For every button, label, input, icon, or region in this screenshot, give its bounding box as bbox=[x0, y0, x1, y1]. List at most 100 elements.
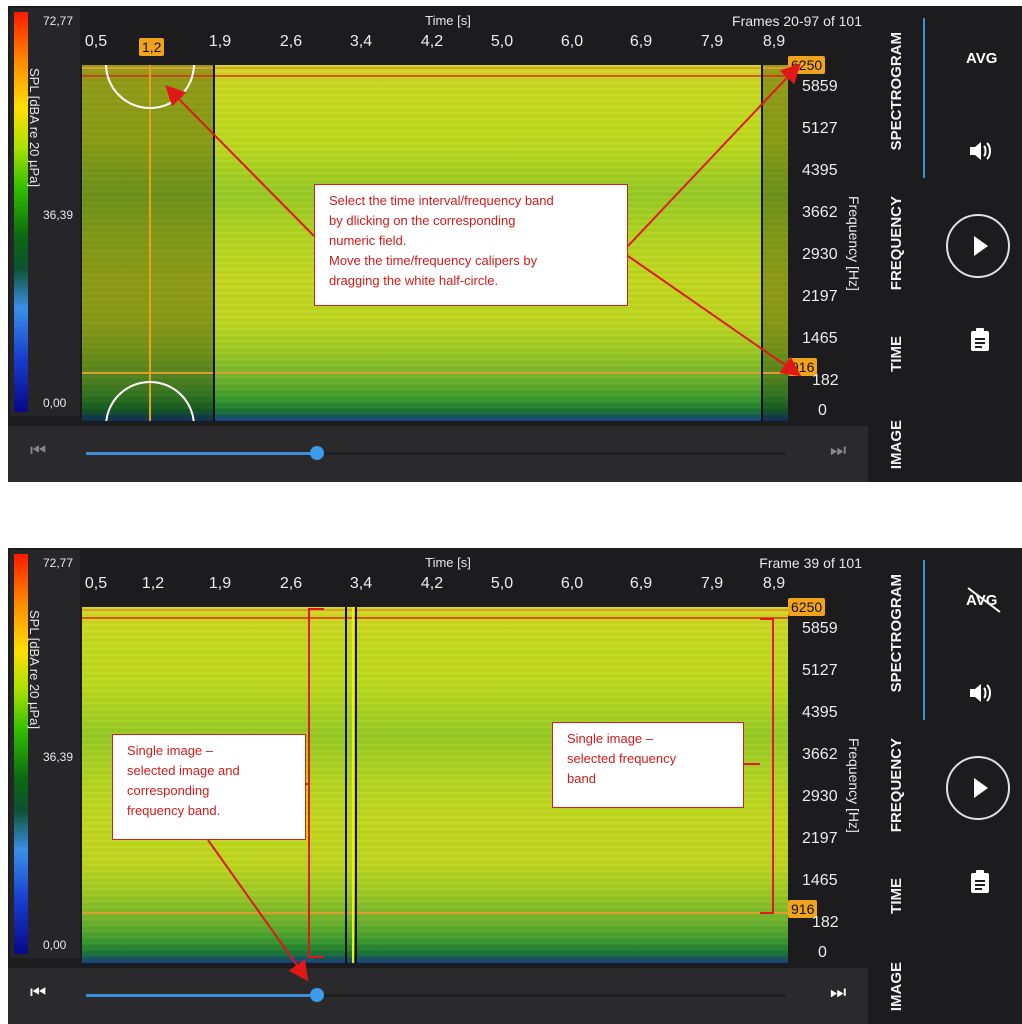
freq-tick[interactable]: 2197 bbox=[802, 830, 838, 848]
color-legend: 72,77 36,39 0,00 SPL [dBA re 20 µPa] bbox=[10, 8, 80, 416]
legend-mid: 36,39 bbox=[43, 208, 74, 222]
freq-tick[interactable]: 3662 bbox=[802, 746, 838, 764]
frame-marker-dark bbox=[345, 607, 347, 963]
annotation-line: Move the time/frequency calipers by bbox=[329, 253, 538, 268]
time-axis-title: Time [s] bbox=[425, 555, 471, 570]
time-slider[interactable] bbox=[86, 446, 786, 460]
freq-tick[interactable]: 3662 bbox=[802, 204, 838, 222]
annotation-line: dragging the white half-circle. bbox=[329, 273, 499, 288]
time-tick[interactable]: 5,0 bbox=[491, 575, 513, 593]
skip-end-icon[interactable]: ⏭ bbox=[830, 982, 846, 1003]
time-tick[interactable]: 8,9 bbox=[763, 575, 785, 593]
tab-time[interactable]: TIME bbox=[888, 336, 905, 372]
skip-start-icon[interactable]: ⏮ bbox=[30, 440, 46, 461]
color-scale-bar bbox=[14, 12, 28, 412]
speaker-icon[interactable] bbox=[968, 140, 994, 162]
freq-tick[interactable]: 2197 bbox=[802, 288, 838, 306]
skip-start-icon[interactable]: ⏮ bbox=[30, 982, 46, 1003]
play-button[interactable] bbox=[946, 756, 1010, 820]
freq-tick[interactable]: 5859 bbox=[802, 620, 838, 638]
annotation-line: selected image and bbox=[127, 763, 240, 778]
freq-tick[interactable]: 5127 bbox=[802, 662, 838, 680]
freq-tick[interactable]: 1465 bbox=[802, 330, 838, 348]
annotation-line: selected frequency bbox=[567, 751, 677, 766]
frame-marker[interactable] bbox=[352, 607, 354, 963]
time-tick[interactable]: 1,2 bbox=[142, 575, 164, 593]
slider-thumb[interactable] bbox=[310, 988, 324, 1002]
time-tick[interactable]: 8,9 bbox=[763, 33, 785, 51]
time-interval-start bbox=[213, 65, 215, 421]
annotation-line: Single image – bbox=[127, 743, 213, 758]
freq-tick[interactable]: 2930 bbox=[802, 246, 838, 264]
tab-image[interactable]: IMAGE bbox=[888, 962, 905, 1011]
time-tick[interactable]: 1,9 bbox=[209, 33, 231, 51]
slider-fill bbox=[86, 452, 317, 455]
annotation-line: numeric field. bbox=[329, 233, 407, 248]
slider-fill bbox=[86, 994, 317, 997]
time-tick[interactable]: 4,2 bbox=[421, 33, 443, 51]
active-tab-indicator bbox=[923, 18, 925, 178]
time-tick[interactable]: 5,0 bbox=[491, 33, 513, 51]
time-caliper-line[interactable] bbox=[149, 65, 151, 421]
freq-caliper-bottom[interactable] bbox=[82, 912, 788, 914]
freq-tick[interactable]: 5127 bbox=[802, 120, 838, 138]
unselected-region bbox=[82, 65, 214, 421]
skip-end-icon[interactable]: ⏭ bbox=[830, 440, 846, 461]
legend-label: SPL [dBA re 20 µPa] bbox=[27, 68, 42, 188]
time-tick[interactable]: 4,2 bbox=[421, 575, 443, 593]
speaker-icon[interactable] bbox=[968, 682, 994, 704]
clipboard-icon[interactable] bbox=[970, 870, 990, 894]
freq-tick[interactable]: 0 bbox=[818, 402, 827, 420]
freq-tick[interactable]: 5859 bbox=[802, 78, 838, 96]
freq-tick[interactable]: 182 bbox=[812, 372, 839, 390]
time-tick[interactable]: 7,9 bbox=[701, 33, 723, 51]
freq-axis-title: Frequency [Hz] bbox=[846, 738, 862, 833]
tab-time[interactable]: TIME bbox=[888, 878, 905, 914]
tab-image[interactable]: IMAGE bbox=[888, 420, 905, 469]
tab-spectrogram[interactable]: SPECTROGRAM bbox=[888, 574, 905, 692]
freq-tick[interactable]: 4395 bbox=[802, 162, 838, 180]
avg-toggle-button[interactable]: AVG bbox=[966, 50, 997, 67]
spectrogram-panel-2: 72,77 36,39 0,00 SPL [dBA re 20 µPa] Tim… bbox=[8, 548, 1022, 1024]
time-tick[interactable]: 6,9 bbox=[630, 33, 652, 51]
time-interval-end bbox=[761, 65, 763, 421]
time-tick[interactable]: 0,5 bbox=[85, 33, 107, 51]
frames-label: Frame 39 of 101 bbox=[759, 555, 862, 571]
time-tick[interactable]: 2,6 bbox=[280, 33, 302, 51]
time-tick[interactable]: 7,9 bbox=[701, 575, 723, 593]
legend-min: 0,00 bbox=[43, 938, 67, 952]
time-tick[interactable]: 0,5 bbox=[85, 575, 107, 593]
freq-caliper-top[interactable] bbox=[82, 609, 788, 611]
freq-tick[interactable]: 4395 bbox=[802, 704, 838, 722]
time-selected-badge[interactable]: 1,2 bbox=[139, 38, 165, 56]
annotation-line: frequency band. bbox=[127, 803, 221, 818]
spectrogram-panel-1: 72,77 36,39 0,00 SPL [dBA re 20 µPa] Tim… bbox=[8, 6, 1022, 482]
freq-top-badge[interactable]: 6250 bbox=[788, 598, 826, 616]
time-tick[interactable]: 6,9 bbox=[630, 575, 652, 593]
annotation-callout-right: Single image – selected frequency band bbox=[552, 722, 744, 808]
time-tick[interactable]: 1,9 bbox=[209, 575, 231, 593]
time-tick[interactable]: 2,6 bbox=[280, 575, 302, 593]
time-tick[interactable]: 6,0 bbox=[561, 575, 583, 593]
annotation-line: Select the time interval/frequency band bbox=[329, 193, 554, 208]
view-tabs: SPECTROGRAM FREQUENCY TIME IMAGE bbox=[876, 6, 936, 482]
tab-frequency[interactable]: FREQUENCY bbox=[888, 738, 905, 832]
annotation-line: Single image – bbox=[567, 731, 653, 746]
freq-tick[interactable]: 1465 bbox=[802, 872, 838, 890]
freq-tick[interactable]: 2930 bbox=[802, 788, 838, 806]
freq-tick[interactable]: 0 bbox=[818, 944, 827, 962]
tab-frequency[interactable]: FREQUENCY bbox=[888, 196, 905, 290]
tab-spectrogram[interactable]: SPECTROGRAM bbox=[888, 32, 905, 150]
freq-caliper-bottom[interactable] bbox=[82, 372, 788, 374]
play-button[interactable] bbox=[946, 214, 1010, 278]
time-tick[interactable]: 3,4 bbox=[350, 33, 372, 51]
freq-tick[interactable]: 182 bbox=[812, 914, 839, 932]
freq-axis-title: Frequency [Hz] bbox=[846, 196, 862, 291]
time-slider[interactable] bbox=[86, 988, 786, 1002]
time-tick[interactable]: 6,0 bbox=[561, 33, 583, 51]
clipboard-icon[interactable] bbox=[970, 328, 990, 352]
slider-thumb[interactable] bbox=[310, 446, 324, 460]
freq-top-badge[interactable]: 6250 bbox=[788, 56, 826, 74]
legend-mid: 36,39 bbox=[43, 750, 74, 764]
time-tick[interactable]: 3,4 bbox=[350, 575, 372, 593]
